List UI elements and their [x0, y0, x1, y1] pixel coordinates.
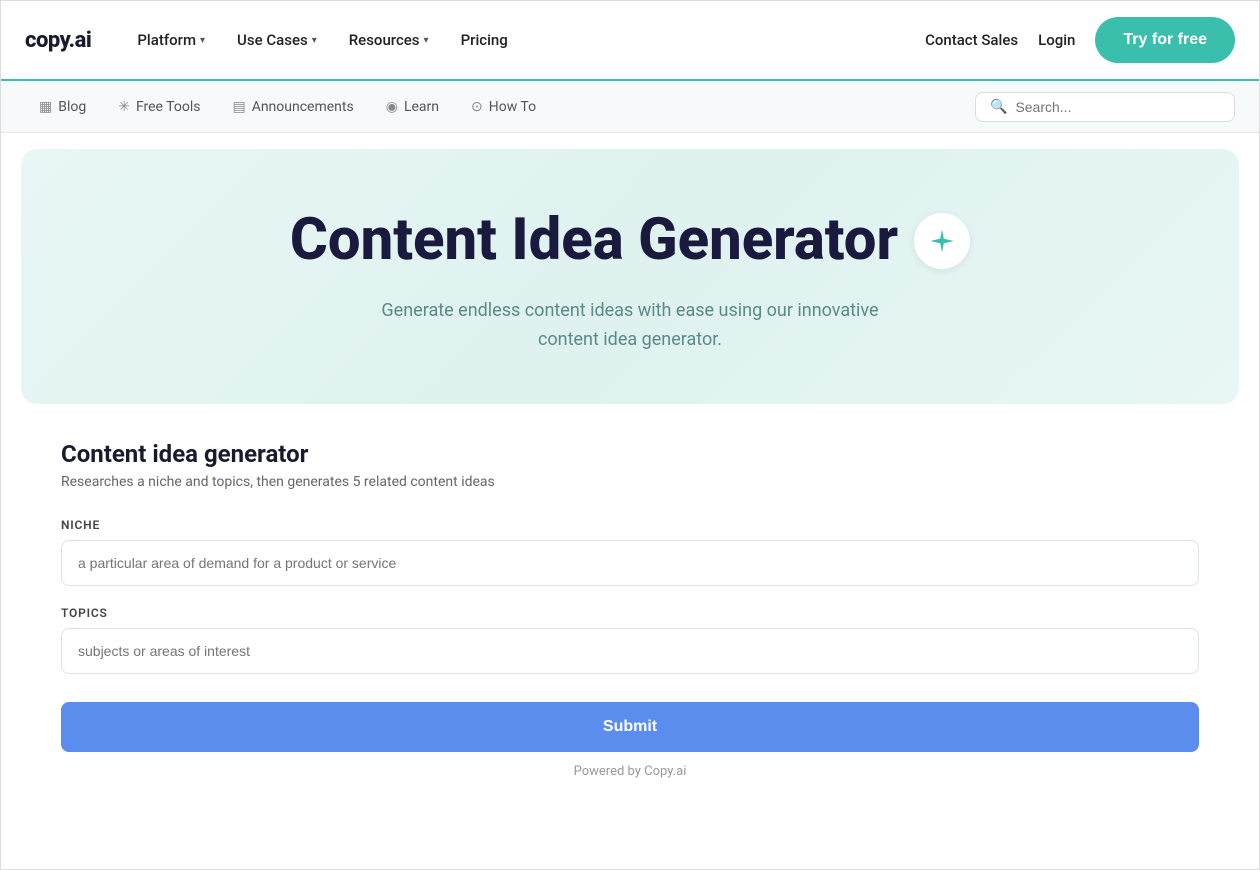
nav-item-resources[interactable]: Resources ▾	[335, 23, 443, 57]
topics-input[interactable]	[61, 628, 1199, 674]
try-free-button[interactable]: Try for free	[1095, 17, 1235, 63]
form-section: Content idea generator Researches a nich…	[21, 404, 1239, 809]
hero-section: Content Idea Generator Generate endless …	[21, 149, 1239, 404]
chevron-down-icon: ▾	[424, 35, 429, 46]
topics-label: TOPICS	[61, 606, 1199, 620]
chevron-down-icon: ▾	[312, 35, 317, 46]
navbar: copy.ai Platform ▾ Use Cases ▾ Resources…	[1, 1, 1259, 81]
hero-subtitle: Generate endless content ideas with ease…	[350, 297, 910, 355]
search-input[interactable]	[1015, 99, 1220, 115]
hero-title-wrap: Content Idea Generator	[290, 209, 970, 273]
sub-nav-tools-label: Free Tools	[136, 99, 201, 115]
announcements-icon: ▤	[232, 99, 245, 115]
nav-resources-label: Resources	[349, 31, 420, 49]
powered-by-text: Powered by Copy.ai	[61, 764, 1199, 779]
nav-item-pricing[interactable]: Pricing	[447, 23, 522, 57]
howto-icon: ⊙	[471, 99, 483, 115]
sub-nav-howto-label: How To	[489, 99, 536, 115]
sub-nav-learn[interactable]: ◉ Learn	[372, 93, 453, 121]
login-button[interactable]: Login	[1038, 31, 1075, 49]
learn-icon: ◉	[386, 99, 398, 115]
hero-title: Content Idea Generator	[290, 209, 898, 273]
page-frame: copy.ai Platform ▾ Use Cases ▾ Resources…	[0, 0, 1260, 870]
niche-input[interactable]	[61, 540, 1199, 586]
contact-sales-link[interactable]: Contact Sales	[925, 31, 1018, 49]
sub-nav-howto[interactable]: ⊙ How To	[457, 93, 550, 121]
submit-button[interactable]: Submit	[61, 702, 1199, 752]
nav-platform-label: Platform	[137, 31, 196, 49]
chevron-down-icon: ▾	[200, 35, 205, 46]
sub-nav-announcements[interactable]: ▤ Announcements	[218, 93, 367, 121]
sub-nav-blog-label: Blog	[58, 99, 86, 115]
nav-right: Contact Sales Login Try for free	[925, 17, 1235, 63]
nav-pricing-label: Pricing	[461, 31, 508, 49]
sub-nav-free-tools[interactable]: ✳ Free Tools	[104, 93, 214, 121]
form-description: Researches a niche and topics, then gene…	[61, 474, 1199, 490]
topics-field-group: TOPICS	[61, 606, 1199, 674]
sub-nav-announcements-label: Announcements	[252, 99, 354, 115]
sub-nav-learn-label: Learn	[404, 99, 439, 115]
niche-label: NICHE	[61, 518, 1199, 532]
sparkle-icon	[914, 213, 970, 269]
search-icon: 🔍	[990, 99, 1007, 115]
blog-icon: ▦	[39, 99, 52, 115]
form-title: Content idea generator	[61, 440, 1199, 468]
sub-nav-blog[interactable]: ▦ Blog	[25, 93, 100, 121]
niche-field-group: NICHE	[61, 518, 1199, 586]
nav-usecases-label: Use Cases	[237, 31, 308, 49]
logo[interactable]: copy.ai	[25, 28, 91, 53]
tools-icon: ✳	[118, 99, 130, 115]
nav-left: Platform ▾ Use Cases ▾ Resources ▾ Prici…	[123, 23, 925, 57]
search-container: 🔍	[975, 92, 1235, 122]
nav-item-use-cases[interactable]: Use Cases ▾	[223, 23, 331, 57]
sub-navbar: ▦ Blog ✳ Free Tools ▤ Announcements ◉ Le…	[1, 81, 1259, 133]
nav-item-platform[interactable]: Platform ▾	[123, 23, 219, 57]
